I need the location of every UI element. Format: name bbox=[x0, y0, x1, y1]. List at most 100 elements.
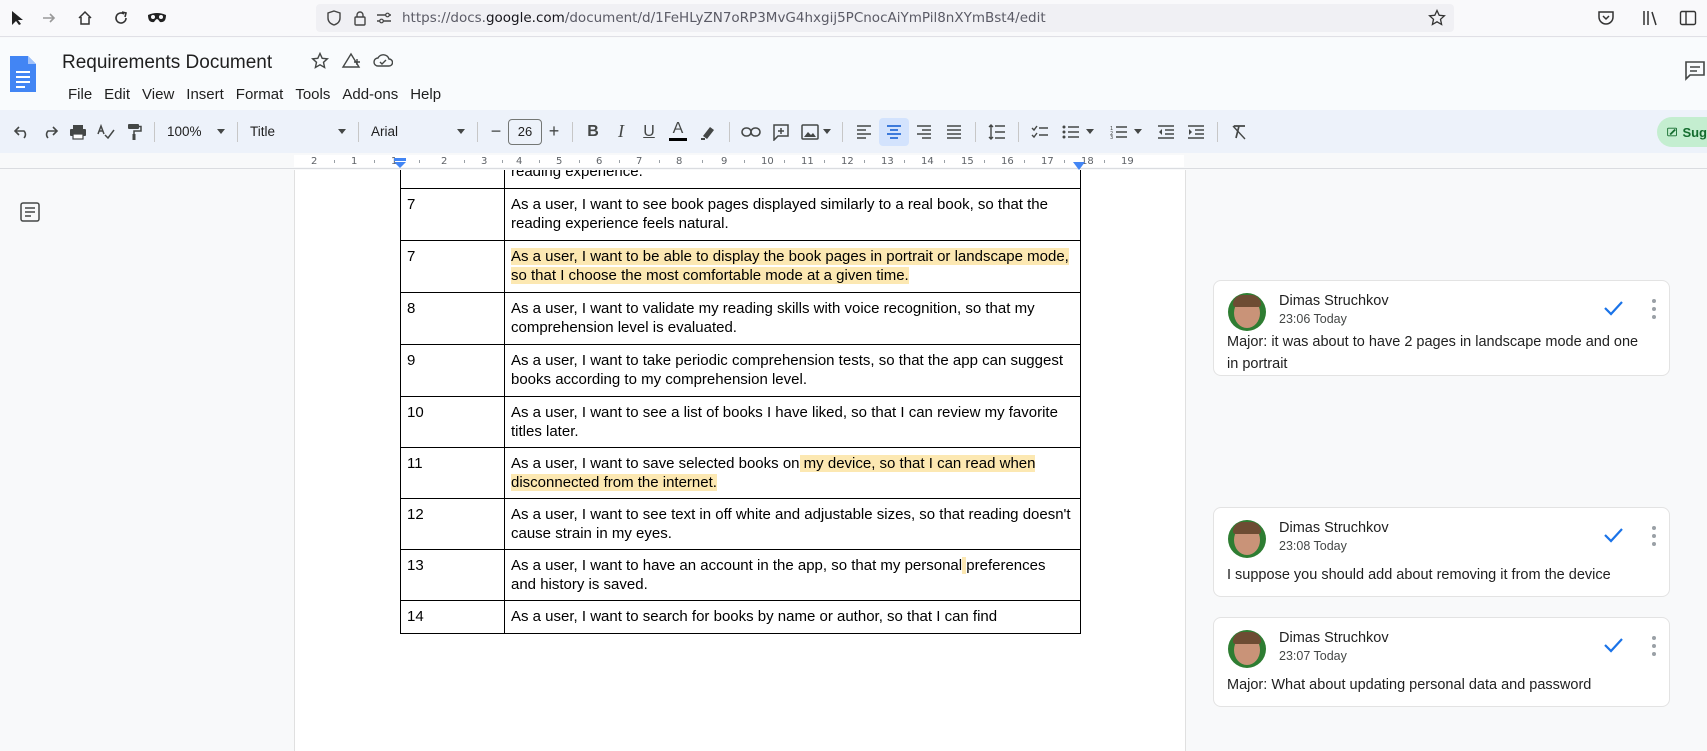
row-number-cell[interactable]: 11 bbox=[400, 447, 505, 499]
forward-icon[interactable] bbox=[34, 3, 64, 33]
user-story-cell[interactable]: As a user, I want to be able to display … bbox=[504, 240, 1081, 293]
align-right-icon[interactable] bbox=[909, 118, 939, 146]
increase-indent-icon[interactable] bbox=[1181, 118, 1211, 146]
user-story-cell[interactable]: As a user, I want to take periodic compr… bbox=[504, 344, 1081, 397]
horizontal-ruler[interactable]: 2 1 1 2 3 4 5 6 7 8 9 10 11 12 13 14 15 16 17 18 19 bbox=[0, 153, 1707, 170]
comment-card[interactable]: Dimas Struchkov 23:08 Today I suppose you … bbox=[1213, 507, 1670, 597]
justify-icon[interactable] bbox=[939, 118, 969, 146]
row-number-cell[interactable]: 12 bbox=[400, 498, 505, 550]
back-icon[interactable] bbox=[2, 3, 32, 33]
paragraph-style-select[interactable]: Title bbox=[244, 118, 352, 146]
more-options-icon[interactable] bbox=[1651, 526, 1657, 546]
more-options-icon[interactable] bbox=[1651, 299, 1657, 319]
user-story-cell[interactable]: As a user, I want to search for books by… bbox=[504, 600, 1081, 634]
sidebar-icon[interactable] bbox=[1679, 9, 1697, 32]
commented-text[interactable]: As a user, I want to be able to display … bbox=[511, 248, 1069, 284]
user-story-cell[interactable]: As a user, I want to validate my reading… bbox=[504, 292, 1081, 345]
zoom-select[interactable]: 100% bbox=[161, 118, 231, 146]
line-spacing-icon[interactable] bbox=[982, 118, 1012, 146]
user-story-cell[interactable]: As a user, I want to have an account in … bbox=[504, 549, 1081, 601]
menu-help[interactable]: Help bbox=[404, 84, 447, 106]
ruler-label: 17 bbox=[1041, 156, 1054, 167]
avatar-hair bbox=[1233, 632, 1261, 644]
row-number-cell[interactable]: 7 bbox=[400, 188, 505, 241]
resolve-check-icon[interactable] bbox=[1602, 524, 1624, 546]
menu-tools[interactable]: Tools bbox=[289, 84, 336, 106]
row-number-cell[interactable]: 10 bbox=[400, 396, 505, 448]
user-story-cell[interactable]: As a user, I want to see a list of books… bbox=[504, 396, 1081, 448]
avatar[interactable] bbox=[1228, 293, 1266, 331]
menu-addons[interactable]: Add-ons bbox=[336, 84, 404, 106]
permissions-icon[interactable] bbox=[376, 11, 392, 29]
insert-link-icon[interactable] bbox=[736, 118, 766, 146]
comment-card[interactable]: Dimas Struchkov 23:06 Today Major: it was … bbox=[1213, 280, 1670, 376]
pocket-icon[interactable] bbox=[1597, 9, 1615, 32]
home-icon[interactable] bbox=[70, 3, 100, 33]
spellcheck-icon[interactable] bbox=[92, 118, 120, 146]
document-outline-icon[interactable] bbox=[20, 202, 40, 222]
lock-icon[interactable] bbox=[353, 10, 367, 30]
checklist-icon[interactable] bbox=[1025, 118, 1055, 146]
document-title[interactable]: Requirements Document bbox=[62, 52, 272, 74]
cloud-saved-icon[interactable] bbox=[373, 52, 394, 75]
library-icon[interactable] bbox=[1641, 9, 1659, 32]
menu-edit[interactable]: Edit bbox=[98, 84, 136, 106]
comment-history-icon[interactable] bbox=[1683, 58, 1707, 82]
highlight-color-icon[interactable] bbox=[693, 118, 723, 146]
text-color-icon[interactable]: A bbox=[663, 118, 693, 146]
reload-icon[interactable] bbox=[106, 3, 136, 33]
move-to-folder-icon[interactable] bbox=[341, 52, 361, 75]
editing-mode-button[interactable]: Sug bbox=[1657, 117, 1707, 147]
italic-icon[interactable]: I bbox=[607, 118, 635, 146]
ruler-label: 14 bbox=[921, 156, 934, 167]
row-number-cell[interactable]: 13 bbox=[400, 549, 505, 601]
print-icon[interactable] bbox=[64, 118, 92, 146]
font-size-input[interactable]: 26 bbox=[508, 118, 542, 145]
bookmark-star-icon[interactable] bbox=[1428, 8, 1446, 31]
row-number-cell[interactable]: 9 bbox=[400, 344, 505, 397]
decrease-font-size-button[interactable]: − bbox=[484, 118, 508, 146]
row-number-cell[interactable]: 8 bbox=[400, 292, 505, 345]
increase-font-size-button[interactable]: + bbox=[542, 118, 566, 146]
decrease-indent-icon[interactable] bbox=[1151, 118, 1181, 146]
redo-icon[interactable] bbox=[36, 118, 64, 146]
menu-file[interactable]: File bbox=[62, 84, 98, 106]
user-story-cell[interactable]: As a user, I want to save selected books… bbox=[504, 447, 1081, 499]
row-number-cell[interactable]: 14 bbox=[400, 600, 505, 634]
private-mask-icon[interactable] bbox=[142, 3, 172, 33]
user-story-cell[interactable]: As a user, I want to see book pages disp… bbox=[504, 188, 1081, 241]
resolve-check-icon[interactable] bbox=[1602, 634, 1624, 656]
font-family-select[interactable]: Arial bbox=[365, 118, 471, 146]
docs-logo-icon[interactable] bbox=[8, 54, 38, 94]
more-options-icon[interactable] bbox=[1651, 636, 1657, 656]
toolbar-divider bbox=[154, 121, 155, 142]
star-icon[interactable] bbox=[310, 51, 330, 75]
add-comment-icon[interactable] bbox=[766, 118, 796, 146]
resolve-check-icon[interactable] bbox=[1602, 297, 1624, 319]
shield-icon[interactable] bbox=[326, 10, 342, 30]
ruler-tick bbox=[824, 160, 825, 163]
ruler-tick bbox=[784, 160, 785, 163]
clear-formatting-icon[interactable] bbox=[1224, 118, 1254, 146]
row-number-cell[interactable]: 5 bbox=[400, 170, 505, 189]
menu-insert[interactable]: Insert bbox=[180, 84, 230, 106]
document-page[interactable]: 5As a user, I want to connect with other… bbox=[294, 170, 1186, 751]
avatar[interactable] bbox=[1228, 520, 1266, 558]
comment-card[interactable]: Dimas Struchkov 23:07 Today Major: What ab… bbox=[1213, 617, 1670, 707]
user-story-cell[interactable]: As a user, I want to see text in off whi… bbox=[504, 498, 1081, 550]
user-story-cell[interactable]: As a user, I want to connect with other … bbox=[504, 170, 1081, 189]
underline-icon[interactable]: U bbox=[635, 118, 663, 146]
avatar[interactable] bbox=[1228, 630, 1266, 668]
align-center-icon[interactable] bbox=[879, 117, 909, 146]
menu-format[interactable]: Format bbox=[230, 84, 290, 106]
undo-icon[interactable] bbox=[8, 118, 36, 146]
bulleted-list-icon[interactable] bbox=[1055, 118, 1101, 146]
numbered-list-icon[interactable]: 123 bbox=[1101, 118, 1151, 146]
menu-view[interactable]: View bbox=[136, 84, 180, 106]
paint-format-icon[interactable] bbox=[120, 118, 148, 146]
bold-icon[interactable]: B bbox=[579, 118, 607, 146]
align-left-icon[interactable] bbox=[849, 118, 879, 146]
insert-image-icon[interactable] bbox=[796, 118, 836, 146]
row-number-cell[interactable]: 7 bbox=[400, 240, 505, 293]
address-bar[interactable]: https://docs.google.com/document/d/1FeHL… bbox=[316, 4, 1454, 32]
